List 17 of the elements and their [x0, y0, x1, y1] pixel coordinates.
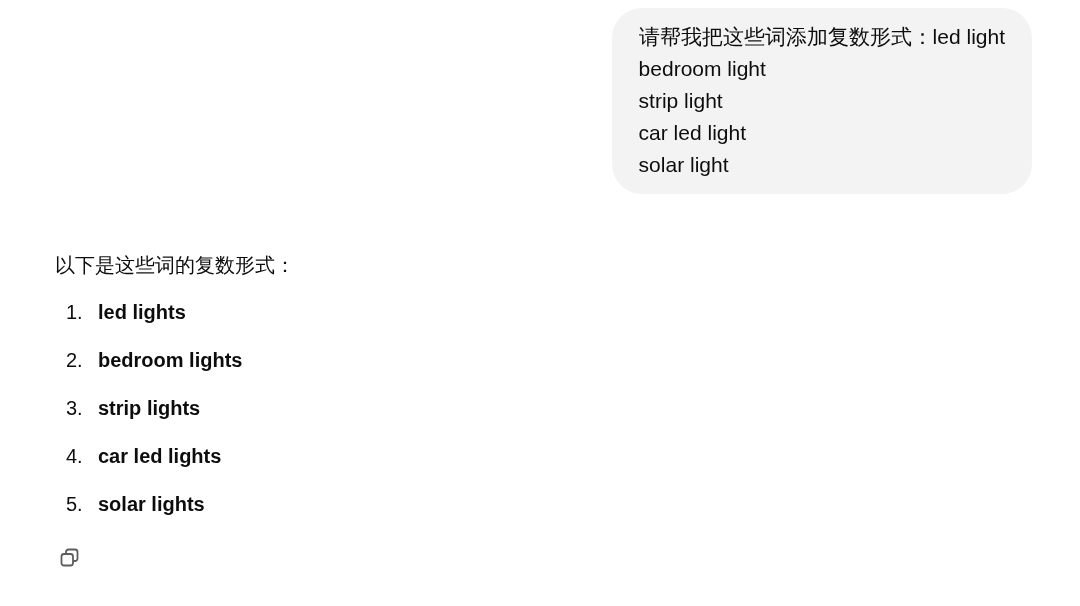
- list-number: 3.: [66, 396, 84, 421]
- list-number: 2.: [66, 348, 84, 373]
- list-item-text: bedroom lights: [98, 348, 243, 373]
- message-line: car led light: [638, 120, 747, 146]
- list-item-text: solar lights: [98, 492, 205, 517]
- message-line: bedroom light: [638, 56, 767, 82]
- list-number: 4.: [66, 444, 84, 469]
- list-item-text: strip lights: [98, 396, 201, 421]
- list-item-text: led lights: [98, 300, 186, 325]
- message-line: solar light: [638, 152, 730, 178]
- list-number: 5.: [66, 492, 84, 517]
- assistant-intro-text: 以下是这些词的复数形式：: [55, 253, 295, 278]
- message-line: strip light: [638, 88, 724, 114]
- list-number: 1.: [66, 300, 84, 325]
- list-item-text: car led lights: [98, 444, 222, 469]
- copy-icon[interactable]: [60, 548, 80, 568]
- message-line: 请帮我把这些词添加复数形式：led light: [638, 24, 1005, 50]
